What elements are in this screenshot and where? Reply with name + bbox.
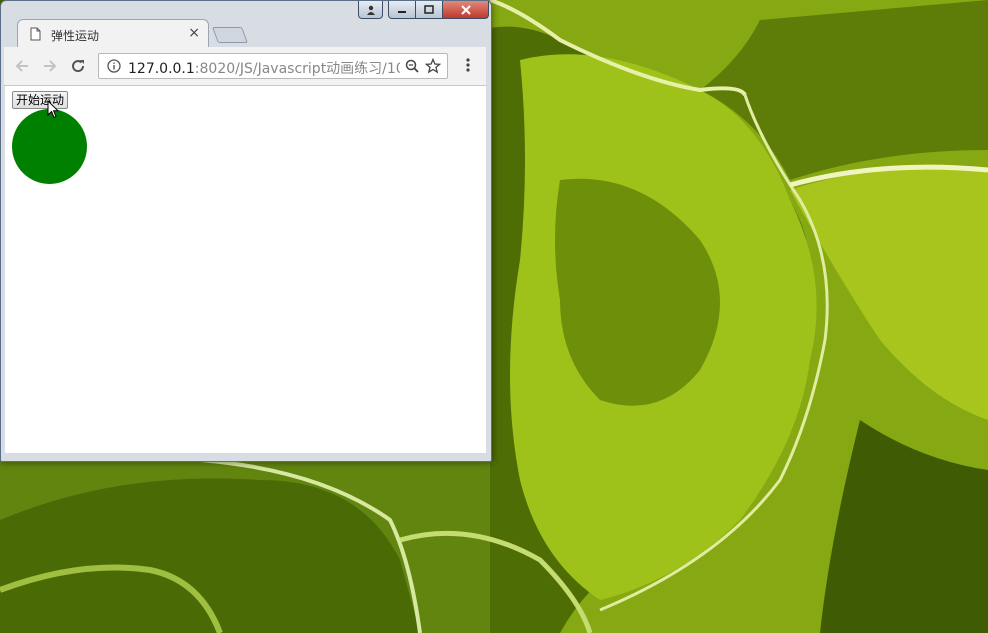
minimize-icon (398, 10, 406, 13)
window-caption-buttons (358, 1, 489, 19)
url-text[interactable]: 127.0.0.1:8020/JS/Javascript动画练习/10.弹 (128, 58, 400, 78)
minimize-button[interactable] (388, 1, 416, 19)
user-icon (366, 5, 375, 15)
star-icon[interactable] (425, 58, 441, 74)
browser-window: 弹性运动 × 127.0.0.1:8020/JS/Javascript动画练习/… (0, 0, 492, 462)
animated-ball (12, 109, 87, 184)
maximize-button[interactable] (416, 1, 443, 19)
mouse-cursor-icon (47, 100, 59, 119)
kebab-menu-icon[interactable] (466, 58, 470, 72)
tab-title: 弹性运动 (51, 29, 100, 43)
close-icon (460, 4, 471, 15)
zoom-out-icon[interactable] (405, 59, 419, 73)
info-icon[interactable] (107, 59, 121, 73)
page-viewport: 开始运动 (5, 86, 486, 453)
start-motion-button[interactable]: 开始运动 (12, 91, 69, 109)
reload-icon[interactable] (70, 58, 86, 74)
back-arrow-icon[interactable] (14, 58, 30, 74)
browser-tab[interactable]: 弹性运动 × (17, 19, 209, 48)
profile-button[interactable] (358, 1, 383, 19)
page-icon (30, 27, 41, 41)
url-host: 127.0.0.1 (128, 61, 195, 77)
tab-close-button[interactable]: × (188, 26, 200, 40)
forward-arrow-icon[interactable] (42, 58, 58, 74)
new-tab-button[interactable] (212, 27, 248, 43)
url-path: :8020/JS/Javascript动画练习/10.弹 (194, 61, 400, 77)
address-bar[interactable]: 127.0.0.1:8020/JS/Javascript动画练习/10.弹 (98, 53, 448, 79)
browser-toolbar: 127.0.0.1:8020/JS/Javascript动画练习/10.弹 (4, 47, 486, 86)
maximize-icon (424, 4, 434, 14)
close-window-button[interactable] (443, 1, 489, 19)
